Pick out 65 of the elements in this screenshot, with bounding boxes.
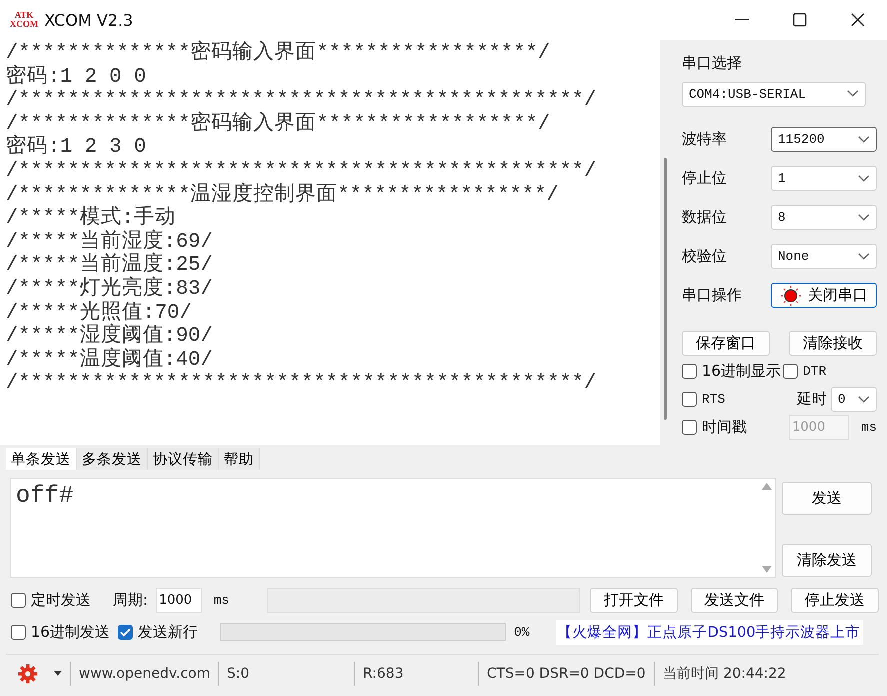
clear-receive-button[interactable]: 清除接收: [789, 330, 877, 356]
close-port-button[interactable]: 关闭串口: [771, 283, 877, 308]
setting-label: 停止位: [682, 169, 727, 188]
chevron-down-icon: [858, 214, 870, 222]
period-field[interactable]: 1000: [156, 588, 202, 612]
file-button[interactable]: 发送文件: [690, 588, 778, 612]
tab[interactable]: 协议传输: [148, 448, 219, 470]
sent-count: S:0: [218, 662, 354, 686]
clear-send-button[interactable]: 清除发送: [782, 544, 872, 577]
checkbox[interactable]: [11, 592, 26, 608]
checkbox[interactable]: [11, 624, 26, 640]
window-title: XCOM V2.3: [44, 10, 134, 30]
setting-select[interactable]: 1: [771, 166, 877, 191]
chevron-down-icon: [858, 396, 870, 404]
save-window-button[interactable]: 保存窗口: [682, 330, 770, 356]
caret-icon[interactable]: [54, 671, 62, 676]
checkbox[interactable]: [783, 364, 798, 379]
website-text: www.openedv.com: [70, 662, 218, 686]
scrollbar-thumb[interactable]: [664, 158, 666, 420]
checkbox-label: 16进制显示: [702, 362, 782, 381]
checkbox-label: 定时发送: [31, 590, 91, 610]
setting-label: 校验位: [682, 247, 727, 266]
tab[interactable]: 帮助: [219, 448, 260, 470]
maximize-icon: [793, 13, 807, 27]
minimize-icon: [735, 19, 749, 21]
file-button[interactable]: 打开文件: [590, 588, 678, 612]
port-select[interactable]: COM4:USB-SERIAL: [682, 82, 866, 106]
chevron-down-icon: [858, 136, 870, 144]
checkbox-label: DTR: [803, 364, 826, 379]
unit-label: ms: [214, 592, 230, 608]
setting-label: 数据位: [682, 208, 727, 227]
delay-label: 延时: [797, 390, 827, 409]
delay-select[interactable]: 0: [831, 387, 877, 412]
checkbox[interactable]: [682, 420, 697, 434]
advert-link[interactable]: 【火爆全网】正点原子DS100手持示波器上市: [556, 620, 863, 644]
send-button[interactable]: 发送: [782, 482, 872, 515]
chevron-down-icon: [858, 174, 870, 182]
port-label: 串口选择: [682, 54, 742, 72]
unit-label: ms: [861, 420, 877, 434]
received-count: R:683: [354, 662, 478, 686]
signal-status: CTS=0 DSR=0 DCD=0: [478, 662, 654, 686]
close-icon: [851, 13, 865, 27]
receive-text: /**************密码输入界面******************/ 密码:1 2 0 0 /**********************************************/ /**************密码输入界面******************/ 密码:1 2 3 0 /**********************************************/ /**************温湿度控制界面*****************/ /*****模式:手动 /*****当前湿度:69/ /*****当前温度:25/ /*****灯光亮度:83/ /*****光照值:70/ /*****湿度阈值:90/ /*****温度阈值:40/ /**********************************************/: [5, 40, 598, 398]
setting-select[interactable]: 115200: [771, 127, 877, 152]
checkbox-label: 16进制发送: [31, 622, 110, 642]
checkbox-label: 发送新行: [138, 622, 198, 642]
tab[interactable]: 多条发送: [77, 448, 148, 470]
checkbox[interactable]: [118, 624, 134, 640]
tab[interactable]: 单条发送: [6, 448, 77, 470]
file-button[interactable]: 停止发送: [791, 588, 879, 612]
checkbox-label: 时间戳: [702, 418, 747, 436]
setting-select[interactable]: 8: [771, 205, 877, 230]
gear-icon[interactable]: [18, 664, 38, 684]
current-time: 当前时间 20:44:22: [654, 662, 794, 686]
chevron-down-icon: [847, 90, 859, 98]
progress-reading: 0%: [514, 624, 530, 640]
operation-label: 串口操作: [682, 286, 742, 305]
setting-select[interactable]: None: [771, 244, 877, 269]
period-label: 周期:: [113, 590, 148, 610]
checkbox[interactable]: [682, 392, 697, 407]
chevron-down-icon: [858, 252, 870, 260]
checkbox-label: RTS: [702, 392, 726, 407]
setting-label: 波特率: [682, 130, 727, 149]
app-logo: ATK XCOM: [10, 11, 38, 29]
checkbox[interactable]: [682, 364, 697, 379]
